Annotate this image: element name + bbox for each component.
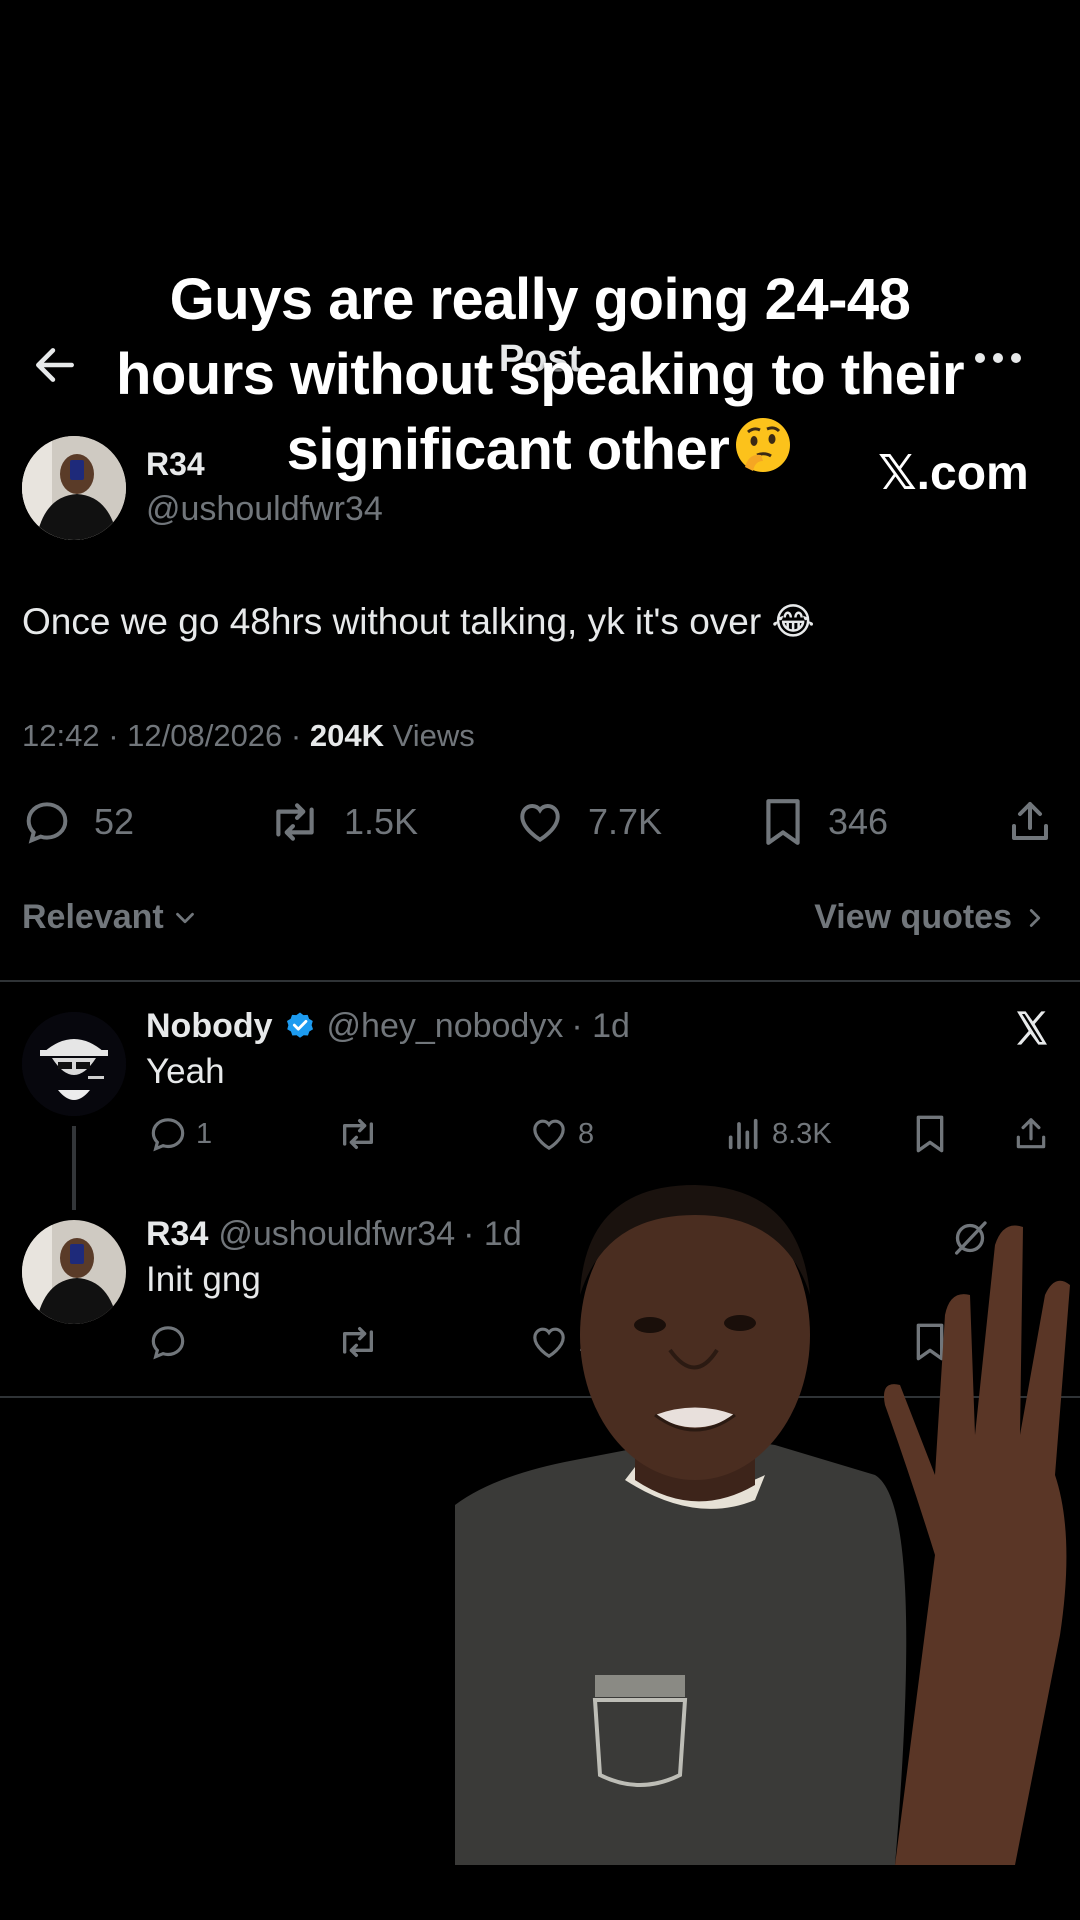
like-button[interactable]: 7.7K — [514, 792, 662, 852]
sort-replies-dropdown[interactable]: Relevant — [22, 898, 200, 937]
creator-video-overlay — [455, 1175, 1080, 1865]
post-time: 12:42 — [22, 718, 100, 753]
views-count: 204K — [309, 718, 384, 753]
heart-icon — [520, 803, 560, 843]
views-chart-icon — [728, 1118, 758, 1150]
repost-button[interactable]: 1.5K — [268, 792, 418, 852]
share-button[interactable] — [1006, 792, 1076, 852]
reply-author-handle[interactable]: @hey_nobodyx — [327, 1007, 564, 1046]
reply-avatar[interactable] — [22, 1012, 126, 1116]
author-handle[interactable]: @ushouldfwr34 — [146, 490, 383, 529]
post-metadata: 12:42 · 12/08/2026 · 204K Views — [22, 718, 475, 753]
reply-count: 52 — [94, 801, 135, 842]
reply-author-name[interactable]: R34 — [146, 1215, 208, 1254]
view-quotes-label: View quotes — [814, 898, 1012, 936]
bookmark-button[interactable]: 346 — [760, 792, 888, 852]
chevron-right-icon — [1029, 908, 1041, 927]
repost-button[interactable] — [336, 1322, 388, 1362]
reply-avatar[interactable] — [22, 1220, 126, 1324]
reply-count: 1 — [196, 1117, 213, 1150]
reply-text: Yeah — [146, 1052, 225, 1091]
reply-header: Nobody @hey_nobodyx · 1d — [146, 1007, 630, 1046]
view-quotes-link[interactable]: View quotes — [814, 898, 1050, 937]
share-icon — [1016, 1118, 1046, 1149]
reply-author-name[interactable]: Nobody — [146, 1007, 273, 1046]
views-button[interactable]: 8.3K — [724, 1114, 832, 1154]
thread-connector-line — [72, 1126, 76, 1210]
repost-icon — [342, 1119, 373, 1149]
bookmark-icon — [916, 1115, 944, 1153]
repost-button[interactable] — [336, 1114, 388, 1154]
reply-age: · 1d — [571, 1007, 630, 1045]
chevron-down-icon — [175, 912, 194, 923]
reply-button[interactable]: 52 — [22, 792, 134, 852]
thinking-face-emoji-icon — [733, 415, 793, 475]
repost-icon — [276, 803, 314, 841]
reply-author-handle[interactable]: @ushouldfwr34 — [218, 1215, 455, 1254]
like-count: 8 — [578, 1117, 595, 1150]
bookmark-icon — [766, 799, 800, 845]
x-logo-icon — [1012, 1008, 1052, 1048]
share-icon — [1012, 802, 1048, 840]
bookmark-button[interactable] — [912, 1114, 956, 1154]
views-label: Views — [392, 718, 475, 753]
reply-icon — [26, 802, 68, 844]
repost-icon — [342, 1327, 373, 1357]
video-caption-overlay: Guys are really going 24-48 hours withou… — [100, 262, 980, 487]
bookmark-count: 346 — [828, 801, 889, 842]
heart-icon — [533, 1119, 565, 1151]
views-count: 8.3K — [772, 1117, 832, 1150]
reply-icon — [151, 1118, 185, 1152]
section-divider — [0, 980, 1080, 982]
verified-badge-icon — [286, 1012, 313, 1038]
like-button[interactable]: 8 — [528, 1114, 594, 1154]
post-date: 12/08/2026 — [127, 718, 283, 753]
like-count: 7.7K — [588, 801, 663, 842]
reply-text: Init gng — [146, 1260, 261, 1299]
sort-label: Relevant — [22, 898, 164, 936]
caption-text: Guys are really going 24-48 hours withou… — [115, 267, 965, 482]
x-com-watermark: 𝕏.com — [878, 447, 1029, 500]
reply-icon — [151, 1326, 185, 1360]
reply-button[interactable] — [148, 1322, 196, 1362]
share-button[interactable] — [1012, 1114, 1058, 1154]
reply-button[interactable]: 1 — [148, 1114, 212, 1154]
repost-count: 1.5K — [344, 801, 419, 842]
post-text: Once we go 48hrs without talking, yk it'… — [22, 601, 815, 642]
back-arrow-icon[interactable] — [30, 340, 90, 390]
